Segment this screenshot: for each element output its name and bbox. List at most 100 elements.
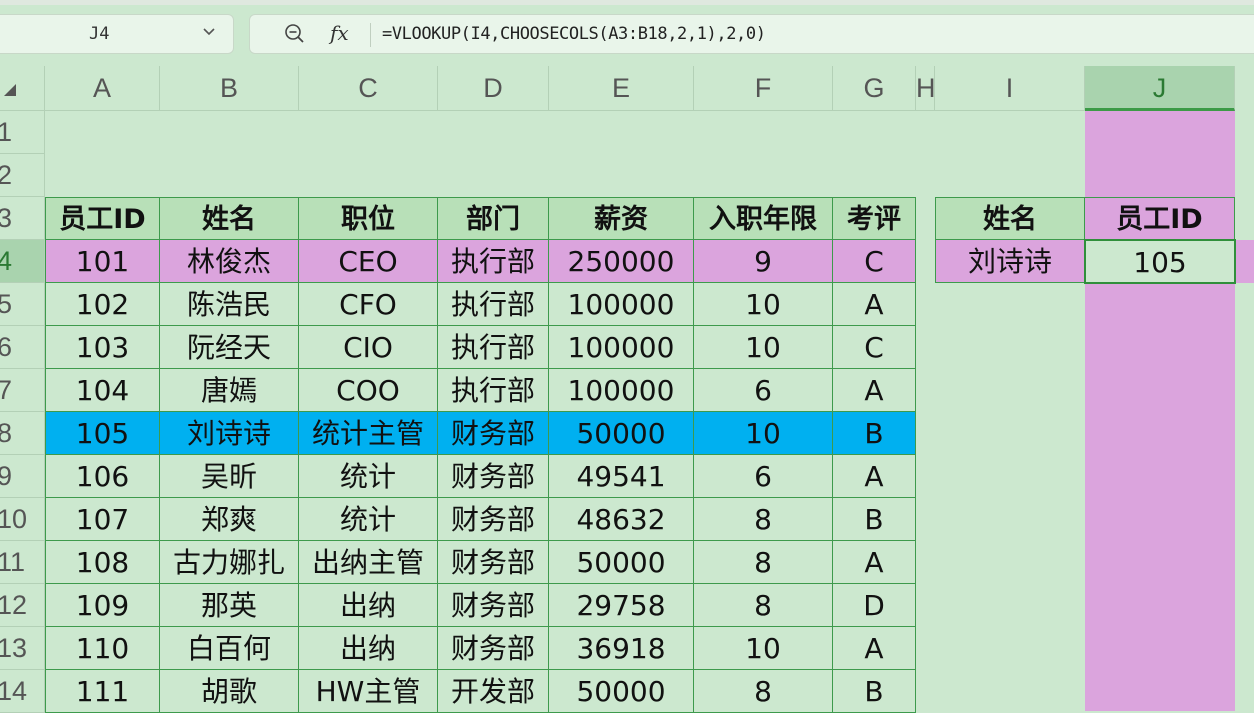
table-cell-title[interactable]: 统计 — [299, 498, 438, 541]
table-header-title[interactable]: 职位 — [299, 197, 438, 240]
table-cell-title[interactable]: COO — [299, 369, 438, 412]
table-cell-dept[interactable]: 财务部 — [438, 455, 549, 498]
row-header-9[interactable]: 9 — [0, 455, 45, 498]
table-cell-id[interactable]: 111 — [45, 670, 160, 713]
table-cell-id[interactable]: 101 — [45, 240, 160, 283]
table-cell-grade[interactable]: B — [833, 670, 916, 713]
table-cell-years[interactable]: 6 — [694, 455, 833, 498]
row-header-5[interactable]: 5 — [0, 283, 45, 326]
table-cell-years[interactable]: 10 — [694, 283, 833, 326]
table-header-salary[interactable]: 薪资 — [549, 197, 694, 240]
table-cell-dept[interactable]: 执行部 — [438, 326, 549, 369]
table-cell-title[interactable]: 统计主管 — [299, 412, 438, 455]
table-cell-grade[interactable]: C — [833, 240, 916, 283]
column-header-i[interactable]: I — [935, 66, 1085, 111]
chevron-down-icon[interactable] — [201, 23, 217, 43]
table-header-name[interactable]: 姓名 — [160, 197, 299, 240]
column-header-c[interactable]: C — [299, 66, 438, 111]
table-cell-id[interactable]: 106 — [45, 455, 160, 498]
lookup-header-id[interactable]: 员工ID — [1085, 197, 1235, 240]
name-box[interactable]: J4 — [0, 14, 234, 54]
table-cell-dept[interactable]: 执行部 — [438, 283, 549, 326]
row-header-11[interactable]: 11 — [0, 541, 45, 584]
table-cell-dept[interactable]: 财务部 — [438, 412, 549, 455]
column-header-j[interactable]: J — [1085, 66, 1235, 111]
table-cell-id[interactable]: 107 — [45, 498, 160, 541]
table-cell-dept[interactable]: 执行部 — [438, 369, 549, 412]
column-header-f[interactable]: F — [694, 66, 833, 111]
table-cell-title[interactable]: CEO — [299, 240, 438, 283]
table-cell-title[interactable]: HW主管 — [299, 670, 438, 713]
table-cell-years[interactable]: 8 — [694, 584, 833, 627]
row-header-12[interactable]: 12 — [0, 584, 45, 627]
table-cell-name[interactable]: 白百何 — [160, 627, 299, 670]
row-header-10[interactable]: 10 — [0, 498, 45, 541]
formula-text[interactable]: =VLOOKUP(I4,CHOOSECOLS(A3:B18,2,1),2,0) — [382, 24, 766, 44]
table-cell-name[interactable]: 陈浩民 — [160, 283, 299, 326]
table-cell-id[interactable]: 110 — [45, 627, 160, 670]
row-header-4[interactable]: 4 — [0, 240, 45, 283]
table-header-dept[interactable]: 部门 — [438, 197, 549, 240]
table-cell-name[interactable]: 唐嫣 — [160, 369, 299, 412]
lookup-header-name[interactable]: 姓名 — [935, 197, 1085, 240]
table-cell-salary[interactable]: 36918 — [549, 627, 694, 670]
row-header-13[interactable]: 13 — [0, 627, 45, 670]
table-cell-years[interactable]: 9 — [694, 240, 833, 283]
table-cell-grade[interactable]: A — [833, 627, 916, 670]
table-cell-salary[interactable]: 50000 — [549, 541, 694, 584]
table-cell-name[interactable]: 吴昕 — [160, 455, 299, 498]
lookup-id-cell-selected[interactable]: 105 — [1084, 239, 1236, 284]
table-cell-name[interactable]: 郑爽 — [160, 498, 299, 541]
table-cell-dept[interactable]: 财务部 — [438, 498, 549, 541]
table-cell-name[interactable]: 阮经天 — [160, 326, 299, 369]
column-header-b[interactable]: B — [160, 66, 299, 111]
table-cell-name[interactable]: 那英 — [160, 584, 299, 627]
row-header-14[interactable]: 14 — [0, 670, 45, 713]
table-cell-id[interactable]: 102 — [45, 283, 160, 326]
table-cell-years[interactable]: 10 — [694, 627, 833, 670]
table-cell-salary[interactable]: 100000 — [549, 369, 694, 412]
table-cell-salary[interactable]: 49541 — [549, 455, 694, 498]
table-cell-salary[interactable]: 50000 — [549, 412, 694, 455]
table-header-id[interactable]: 员工ID — [45, 197, 160, 240]
row-header-8[interactable]: 8 — [0, 412, 45, 455]
table-cell-salary[interactable]: 50000 — [549, 670, 694, 713]
select-all-corner[interactable] — [0, 66, 45, 111]
table-cell-title[interactable]: 出纳主管 — [299, 541, 438, 584]
table-cell-years[interactable]: 8 — [694, 541, 833, 584]
table-cell-years[interactable]: 10 — [694, 412, 833, 455]
table-cell-grade[interactable]: B — [833, 498, 916, 541]
table-cell-title[interactable]: 统计 — [299, 455, 438, 498]
table-cell-years[interactable]: 8 — [694, 498, 833, 541]
table-cell-title[interactable]: 出纳 — [299, 584, 438, 627]
table-cell-name[interactable]: 胡歌 — [160, 670, 299, 713]
lookup-name-cell[interactable]: 刘诗诗 — [935, 240, 1085, 283]
table-cell-title[interactable]: 出纳 — [299, 627, 438, 670]
row-header-2[interactable]: 2 — [0, 154, 45, 197]
row-header-7[interactable]: 7 — [0, 369, 45, 412]
table-cell-dept[interactable]: 执行部 — [438, 240, 549, 283]
table-cell-id[interactable]: 103 — [45, 326, 160, 369]
table-cell-years[interactable]: 6 — [694, 369, 833, 412]
table-cell-dept[interactable]: 开发部 — [438, 670, 549, 713]
row-header-3[interactable]: 3 — [0, 197, 45, 240]
table-cell-grade[interactable]: A — [833, 541, 916, 584]
table-cell-grade[interactable]: B — [833, 412, 916, 455]
table-cell-title[interactable]: CIO — [299, 326, 438, 369]
table-cell-salary[interactable]: 29758 — [549, 584, 694, 627]
table-cell-dept[interactable]: 财务部 — [438, 627, 549, 670]
table-header-grade[interactable]: 考评 — [833, 197, 916, 240]
table-cell-years[interactable]: 10 — [694, 326, 833, 369]
table-cell-salary[interactable]: 100000 — [549, 326, 694, 369]
table-cell-grade[interactable]: A — [833, 455, 916, 498]
table-cell-years[interactable]: 8 — [694, 670, 833, 713]
table-header-years[interactable]: 入职年限 — [694, 197, 833, 240]
table-cell-grade[interactable]: D — [833, 584, 916, 627]
column-header-e[interactable]: E — [549, 66, 694, 111]
table-cell-salary[interactable]: 250000 — [549, 240, 694, 283]
column-header-g[interactable]: G — [833, 66, 916, 111]
table-cell-name[interactable]: 刘诗诗 — [160, 412, 299, 455]
table-cell-id[interactable]: 104 — [45, 369, 160, 412]
column-header-a[interactable]: A — [45, 66, 160, 111]
fx-icon[interactable]: fx — [330, 21, 349, 45]
